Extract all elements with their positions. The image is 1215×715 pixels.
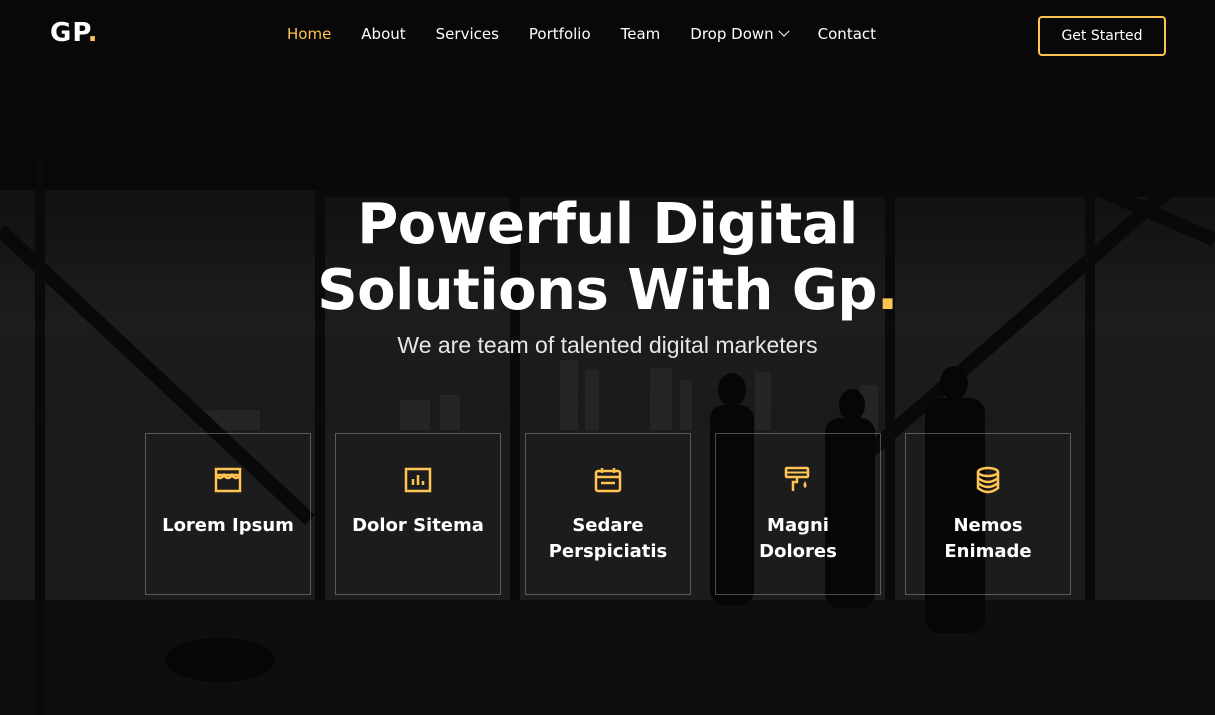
- feature-box-3[interactable]: Sedare Perspiciatis: [525, 433, 691, 595]
- nav-portfolio[interactable]: Portfolio: [514, 25, 606, 43]
- feature-label: Dolor Sitema: [352, 515, 484, 536]
- store-icon: [214, 467, 242, 493]
- calendar-icon: [594, 468, 622, 493]
- feature-label: Lorem Ipsum: [162, 515, 294, 536]
- feature-box-1[interactable]: Lorem Ipsum: [145, 433, 311, 595]
- database-icon: [976, 466, 1000, 494]
- nav-home[interactable]: Home: [272, 25, 346, 43]
- feature-box-5[interactable]: Nemos Enimade: [905, 433, 1071, 595]
- hero-title-line2: Solutions With Gp.: [317, 258, 898, 323]
- feature-label: Nemos Enimade: [944, 515, 1032, 562]
- hero-title-line1: Powerful Digital: [357, 192, 858, 257]
- paint-roller-icon: [784, 466, 810, 491]
- get-started-button[interactable]: Get Started: [1038, 16, 1166, 56]
- logo[interactable]: GP.: [50, 18, 99, 48]
- nav-about[interactable]: About: [346, 25, 420, 43]
- nav-contact[interactable]: Contact: [803, 25, 891, 43]
- nav-dropdown-label: Drop Down: [690, 25, 774, 43]
- feature-box-2[interactable]: Dolor Sitema: [335, 433, 501, 595]
- feature-boxes: Lorem Ipsum Dolor Sitema Sedare Perspici…: [145, 433, 1071, 595]
- feature-box-4[interactable]: Magni Dolores: [715, 433, 881, 595]
- nav-team[interactable]: Team: [606, 25, 676, 43]
- site-header: GP. Home About Services Portfolio Team D…: [0, 0, 1215, 72]
- chevron-down-icon: [777, 25, 790, 37]
- bar-chart-icon: [404, 467, 432, 493]
- hero-title: Powerful Digital Solutions With Gp.: [0, 192, 1215, 324]
- feature-label: Sedare Perspiciatis: [548, 515, 668, 562]
- main-nav: Home About Services Portfolio Team Drop …: [272, 25, 891, 43]
- hero-subtitle: We are team of talented digital marketer…: [397, 332, 818, 358]
- nav-dropdown[interactable]: Drop Down: [675, 25, 802, 43]
- feature-label: Magni Dolores: [759, 515, 837, 562]
- nav-services[interactable]: Services: [421, 25, 514, 43]
